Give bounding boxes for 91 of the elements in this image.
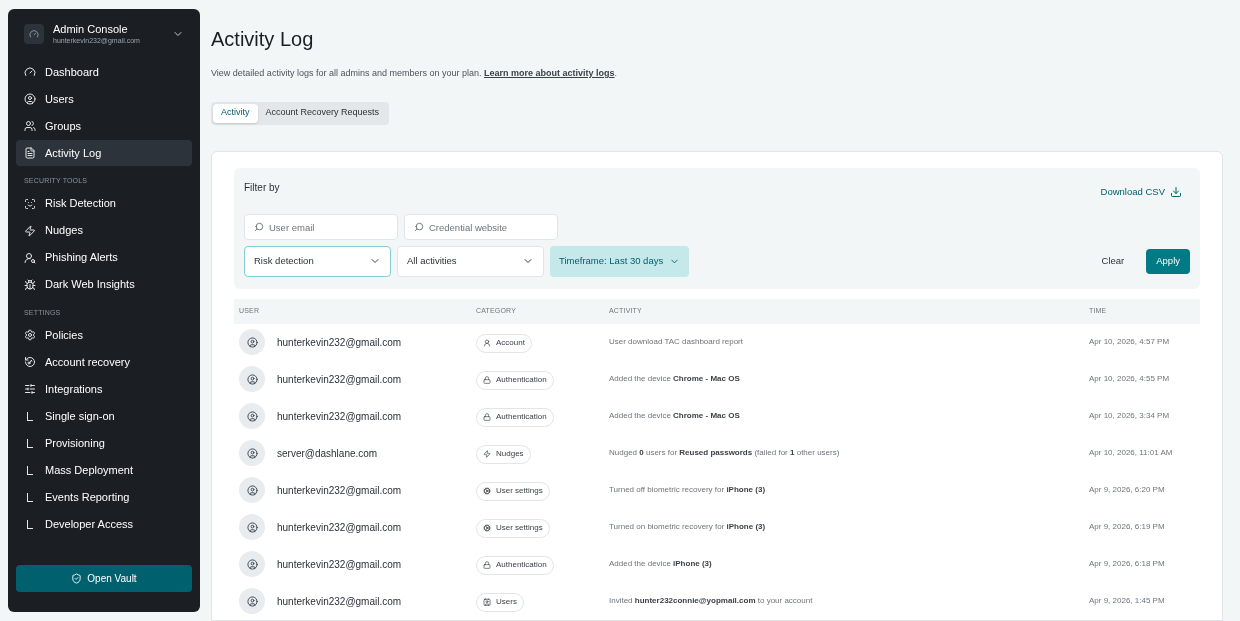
time-text: Apr 10, 2026, 11:01 AM (1089, 447, 1174, 460)
dropdown[interactable]: Risk detection (244, 245, 391, 277)
timeframe-button[interactable]: Timeframe: Last 30 days (550, 245, 690, 277)
download-csv-link[interactable]: Download CSV (1100, 184, 1182, 199)
search-icon (414, 221, 424, 232)
branch-icon (27, 492, 33, 502)
avatar-icon (239, 329, 265, 356)
filter-title: Filter by (244, 180, 280, 195)
nav-item[interactable]: Policies (16, 322, 192, 348)
branch-icon (27, 519, 33, 529)
time-text: Apr 10, 2026, 4:55 PM (1089, 373, 1171, 386)
search-field[interactable]: User email (244, 214, 398, 241)
time-text: Apr 9, 2026, 6:20 PM (1089, 484, 1166, 497)
nav-item[interactable]: Dark Web Insights (16, 271, 192, 298)
activity-text: Added the device Chrome - Mac OS (609, 410, 741, 423)
gauge-icon (24, 66, 36, 78)
sliders-icon (24, 383, 36, 395)
search-field[interactable]: Credential website (404, 214, 558, 241)
nav-item[interactable]: Single sign-on (16, 403, 192, 429)
nav-item[interactable]: Events Reporting (16, 484, 192, 510)
activity-text: User download TAC dashboard report (609, 336, 744, 349)
user-email: hunterkevin232@gmail.com (277, 557, 402, 572)
user-email: server@dashlane.com (277, 446, 378, 461)
download-icon (1170, 185, 1182, 198)
nav-item[interactable]: Activity Log (16, 140, 192, 166)
branch-icon (27, 411, 33, 421)
nav-item[interactable]: Phishing Alerts (16, 244, 192, 271)
user-email: hunterkevin232@gmail.com (277, 335, 402, 350)
branch-icon (27, 465, 33, 475)
lightning-icon (24, 224, 36, 237)
tab[interactable]: Activity (213, 103, 258, 123)
nav-item[interactable]: Groups (16, 113, 192, 139)
user-email: hunterkevin232@gmail.com (277, 409, 402, 424)
time-text: Apr 9, 2026, 6:18 PM (1089, 558, 1166, 571)
learn-more-link[interactable]: Learn more about activity logs (484, 68, 615, 78)
user-alert-icon (24, 251, 36, 264)
shield-icon (71, 573, 83, 584)
open-vault-button[interactable]: Open Vault (16, 565, 192, 592)
lock-icon (483, 561, 491, 570)
tab[interactable]: Account Recovery Requests (257, 103, 388, 123)
activity-text: Added the device iPhone (3) (609, 558, 713, 571)
nav-item[interactable]: Account recovery (16, 349, 192, 375)
console-title: Admin Console (53, 23, 129, 36)
user-email: hunterkevin232@gmail.com (277, 594, 402, 609)
nav-item[interactable]: Users (16, 86, 192, 112)
avatar-icon (239, 588, 265, 615)
gear-icon (483, 524, 491, 533)
nav-item[interactable]: Integrations (16, 376, 192, 402)
clear-button[interactable]: Clear (1093, 248, 1133, 274)
scan-icon (24, 197, 36, 210)
user-email: hunterkevin232@gmail.com (277, 520, 402, 535)
nav-item[interactable]: Nudges (16, 217, 192, 244)
document-icon (24, 147, 36, 159)
key-icon (24, 356, 36, 368)
activity-text: Added the device Chrome - Mac OS (609, 373, 741, 386)
dropdown[interactable]: All activities (397, 245, 544, 277)
users-icon (24, 120, 36, 132)
page-description: View detailed activity logs for all admins and members on your plan. (211, 68, 482, 78)
nav-item[interactable]: Dashboard (16, 59, 192, 85)
avatar-icon (239, 440, 265, 467)
avatar-icon (239, 551, 265, 578)
activity-text: Nudged 0 users for Reused passwords (failed for 1 other users) (609, 447, 841, 460)
time-text: Apr 9, 2026, 1:45 PM (1089, 595, 1166, 608)
time-text: Apr 9, 2026, 6:19 PM (1089, 521, 1166, 534)
settings-icon (24, 329, 36, 341)
avatar-icon (239, 366, 265, 393)
gauge-icon (24, 24, 44, 44)
user-email: hunterkevin232@gmail.com (277, 372, 402, 387)
lightning-icon (483, 450, 491, 459)
avatar-icon (239, 403, 265, 430)
user-email: hunterkevin232@gmail.com (277, 483, 402, 498)
time-text: Apr 10, 2026, 4:57 PM (1089, 336, 1171, 349)
time-text: Apr 10, 2026, 3:34 PM (1089, 410, 1171, 423)
nav-item[interactable]: Risk Detection (16, 190, 192, 217)
nav-item[interactable]: Provisioning (16, 430, 192, 456)
avatar-icon (239, 514, 265, 541)
avatar-icon (239, 477, 265, 504)
nav-item[interactable]: Mass Deployment (16, 457, 192, 483)
search-icon (254, 221, 264, 232)
bug-icon (24, 278, 36, 291)
activity-text: Turned off biometric recovery for iPhone (3) (609, 484, 767, 497)
activity-text: Turned on biometric recovery for iPhone (3) (609, 521, 767, 534)
page-title: Activity Log (211, 27, 314, 52)
nav-item[interactable]: Developer Access (16, 511, 192, 537)
period-text: . (614, 68, 618, 78)
lock-icon (483, 376, 491, 385)
gear-icon (483, 487, 491, 496)
branch-icon (27, 438, 33, 448)
apply-button[interactable]: Apply (1146, 248, 1190, 274)
lock-icon (483, 413, 491, 422)
activity-text: Invited hunter232connie@yopmail.com to your account (609, 595, 814, 608)
